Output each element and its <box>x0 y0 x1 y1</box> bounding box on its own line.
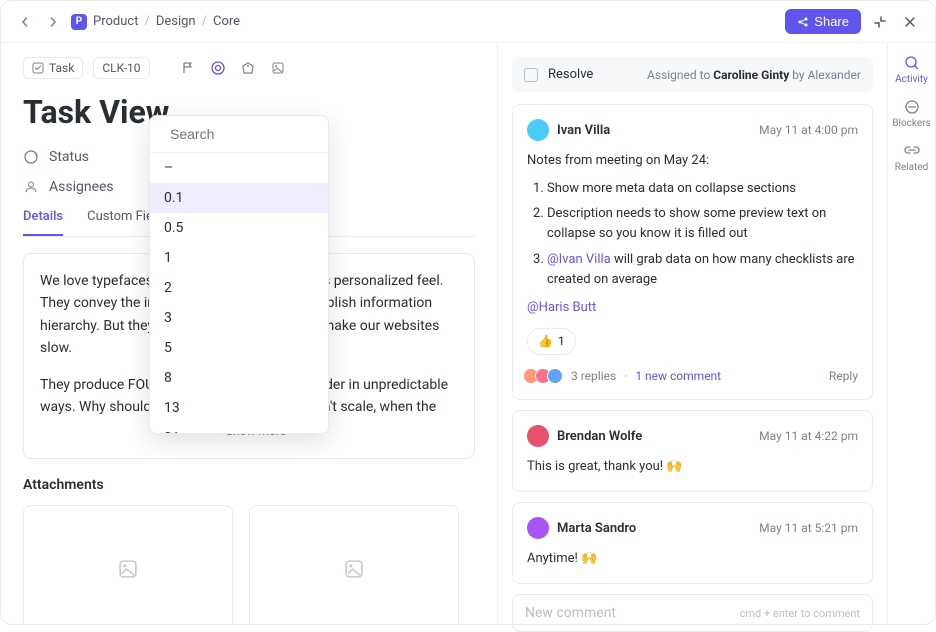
image-icon[interactable] <box>268 58 288 78</box>
resolve-checkbox[interactable] <box>524 68 538 82</box>
dropdown-item[interactable]: 3 <box>150 303 328 333</box>
dropdown-item[interactable]: 8 <box>150 363 328 393</box>
comment-author: Brendan Wolfe <box>557 429 642 444</box>
breadcrumb-product[interactable]: Product <box>93 14 138 29</box>
comment-author: Ivan Villa <box>557 123 610 138</box>
resolve-label: Resolve <box>548 67 593 82</box>
minimize-icon[interactable] <box>869 11 891 33</box>
comment-time: May 11 at 4:22 pm <box>759 429 858 443</box>
dropdown-item[interactable]: 0.5 <box>150 213 328 243</box>
breadcrumb-core[interactable]: Core <box>213 14 240 29</box>
dropdown-item[interactable]: 1 <box>150 243 328 273</box>
points-dropdown: –0.10.512358132125 <box>149 115 329 434</box>
tab-custom-fields[interactable]: Custom Fie <box>87 209 153 236</box>
assigned-text: Assigned to Caroline Ginty by Alexander <box>647 68 861 82</box>
breadcrumb-design[interactable]: Design <box>156 14 196 29</box>
tab-details[interactable]: Details <box>23 209 63 236</box>
share-button[interactable]: Share <box>785 9 861 34</box>
task-pill[interactable]: Task <box>23 57 83 79</box>
mention[interactable]: @Haris Butt <box>527 298 858 318</box>
attachment-placeholder[interactable] <box>249 505 459 625</box>
avatar <box>527 119 549 141</box>
comment: Marta SandroMay 11 at 5:21 pmAnytime! 🙌 <box>512 502 873 584</box>
avatar <box>527 425 549 447</box>
dropdown-item[interactable]: 21 <box>150 423 328 433</box>
nav-back[interactable] <box>15 12 35 32</box>
reply-button[interactable]: Reply <box>829 367 858 386</box>
task-id-pill[interactable]: CLK-10 <box>93 57 149 79</box>
rail-blockers[interactable]: Blockers <box>892 99 930 129</box>
avatar <box>527 517 549 539</box>
comment-time: May 11 at 4:00 pm <box>759 123 858 137</box>
dropdown-search-input[interactable] <box>170 126 329 142</box>
dropdown-item[interactable]: 13 <box>150 393 328 423</box>
tag-icon[interactable] <box>238 58 258 78</box>
close-icon[interactable] <box>899 11 921 33</box>
dropdown-item[interactable]: 5 <box>150 333 328 363</box>
attachment-placeholder[interactable] <box>23 505 233 625</box>
flag-icon[interactable] <box>178 58 198 78</box>
rail-activity[interactable]: Activity <box>895 55 928 85</box>
attachments-heading: Attachments <box>23 477 475 493</box>
resolve-bar: Resolve Assigned to Caroline Ginty by Al… <box>512 57 873 92</box>
comment: Ivan VillaMay 11 at 4:00 pmNotes from me… <box>512 104 873 400</box>
new-comment-input[interactable]: New comment cmd + enter to comment <box>512 594 873 632</box>
breadcrumb: P Product / Design / Core <box>71 14 240 30</box>
comment: Brendan WolfeMay 11 at 4:22 pmThis is gr… <box>512 410 873 492</box>
comment-author: Marta Sandro <box>557 521 636 536</box>
reaction[interactable]: 👍 1 <box>527 328 576 355</box>
rail-related[interactable]: Related <box>895 143 929 173</box>
comment-time: May 11 at 5:21 pm <box>759 521 858 535</box>
project-icon: P <box>71 14 87 30</box>
dropdown-item[interactable]: – <box>150 153 328 183</box>
dropdown-item[interactable]: 2 <box>150 273 328 303</box>
dropdown-item[interactable]: 0.1 <box>150 183 328 213</box>
nav-forward[interactable] <box>43 12 63 32</box>
points-icon[interactable] <box>208 58 228 78</box>
